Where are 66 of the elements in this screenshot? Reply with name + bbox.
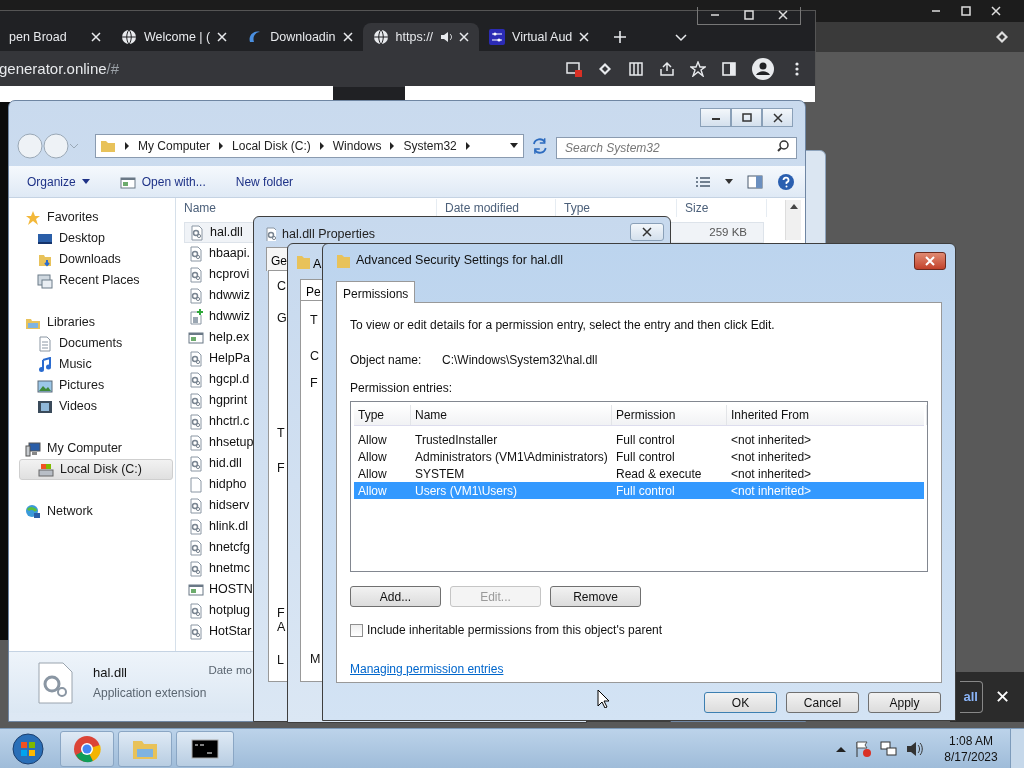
file-name: hotplug: [209, 602, 250, 620]
clock-time: 1:08 AM: [949, 732, 993, 749]
label-fragment: A: [277, 621, 286, 634]
checkbox-label: Include inheritable permissions from this object's parent: [367, 622, 663, 639]
label-fragment: L: [277, 654, 284, 667]
table-cell-text: <not inherited>: [730, 482, 813, 500]
file-name: hidpho: [209, 476, 247, 494]
table-cell-text: Allow: [357, 465, 388, 483]
file-name: hhsetup: [209, 434, 254, 452]
file-name: HelpPa: [209, 350, 250, 368]
label-fragment: F: [310, 377, 318, 390]
tab-title: pen Broad: [9, 28, 68, 46]
label-fragment: C: [310, 350, 320, 363]
table-cell-text: Allow: [357, 431, 388, 449]
label-fragment: G: [277, 312, 287, 325]
tab-title: Welcome | (: [144, 28, 211, 46]
table-cell-text: <not inherited>: [730, 448, 813, 466]
label-fragment: F: [277, 462, 285, 475]
table-cell-text: Full control: [615, 482, 676, 500]
field-label: Object name:: [350, 352, 423, 367]
file-name: hgcpl.d: [209, 371, 250, 389]
label-fragment: T: [310, 314, 318, 327]
table-cell-text: TrustedInstaller: [414, 431, 499, 449]
dialog-title: Advanced Security Settings for hal.dll: [356, 252, 565, 270]
file-name: hlink.dl: [209, 518, 248, 536]
field-label: Permission entries:: [350, 380, 454, 395]
file-name: HOSTN: [209, 581, 253, 599]
tab-title: Downloadin: [270, 28, 336, 46]
table-cell-text: <not inherited>: [730, 431, 813, 449]
file-name: hbaapi.: [209, 245, 250, 263]
details-name: hal.dll: [93, 663, 128, 682]
file-name: hdwwiz: [209, 287, 250, 305]
file-name: hhctrl.c: [209, 413, 250, 431]
table-cell-text: Allow: [357, 482, 388, 500]
table-cell-text: Allow: [357, 448, 388, 466]
table-cell-text: Full control: [615, 448, 676, 466]
dialog-title: hal.dll Properties: [282, 226, 376, 243]
file-name: hcprovi: [209, 266, 250, 284]
file-name: hnetcfg: [209, 539, 250, 557]
label-fragment: F: [277, 607, 285, 620]
file-name: help.ex: [209, 329, 250, 347]
table-cell-text: SYSTEM: [414, 465, 466, 483]
label-fragment: M: [310, 653, 321, 666]
label-fragment: T: [277, 427, 285, 440]
clock-date: 8/17/2023: [944, 748, 998, 765]
file-name: HotStar: [209, 623, 252, 641]
file-name: hgprint: [209, 392, 248, 410]
file-name: hnetmc: [209, 560, 250, 578]
table-cell-text: Read & execute: [615, 465, 703, 483]
details-label: Date mo: [208, 663, 252, 678]
file-name: hidserv: [209, 497, 250, 515]
file-name: hal.dll: [210, 224, 243, 242]
instruction-text: To view or edit details for a permission entry, select the entry and then click Edit.: [350, 317, 776, 332]
table-cell-text: Administrators (VM1\Administrators): [414, 448, 609, 466]
file-name: hdwwiz: [209, 308, 250, 326]
object-name-value: C:\Windows\System32\hal.dll: [442, 352, 598, 367]
file-name: hid.dll: [209, 455, 242, 473]
file-size: 259 KB: [709, 224, 747, 240]
tab-title: https://: [395, 28, 434, 46]
table-cell-text: Full control: [615, 431, 676, 449]
tab-title: Virtual Aud: [512, 28, 573, 46]
label-fragment: C: [277, 280, 287, 293]
details-type: Application extension: [93, 685, 207, 703]
dialog-title: A: [313, 256, 322, 273]
table-cell-text: Users (VM1\Users): [414, 482, 518, 500]
table-cell-text: <not inherited>: [730, 465, 813, 483]
